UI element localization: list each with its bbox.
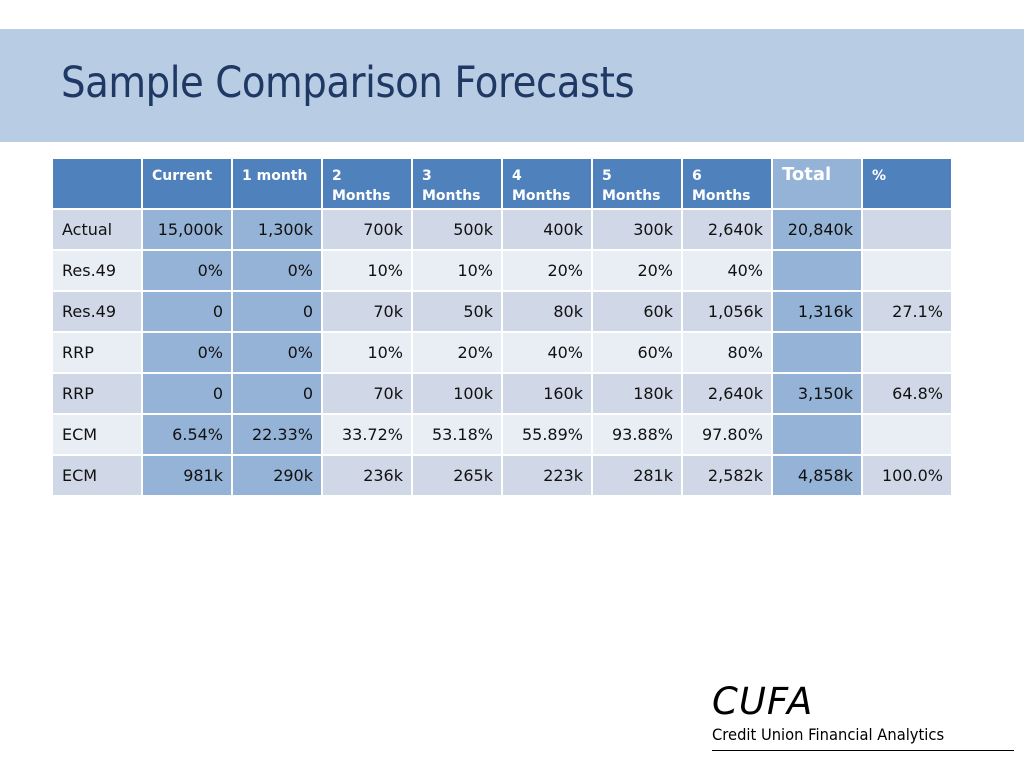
cell-1-month: 1,300k xyxy=(233,210,321,249)
logo-name: CUFA xyxy=(712,680,814,723)
cell-label: ECM xyxy=(53,456,141,495)
cell-5-months: 60k xyxy=(593,292,681,331)
cell-2-months: 10% xyxy=(323,333,411,372)
cell-3-months: 500k xyxy=(413,210,501,249)
cell-4-months: 223k xyxy=(503,456,591,495)
cell-4-months: 160k xyxy=(503,374,591,413)
cell-label: Res.49 xyxy=(53,251,141,290)
cell-4-months: 400k xyxy=(503,210,591,249)
header-cell-current: Current xyxy=(143,159,231,208)
cell-2-months: 10% xyxy=(323,251,411,290)
cell-total: 1,316k xyxy=(773,292,861,331)
cell-6-months: 2,640k xyxy=(683,374,771,413)
cell-1-month: 0% xyxy=(233,333,321,372)
cell-4-months: 80k xyxy=(503,292,591,331)
table-row: Res.49 0 0 70k 50k 80k 60k 1,056k 1,316k 27.1% xyxy=(53,292,951,331)
cell-4-months: 40% xyxy=(503,333,591,372)
cell-3-months: 53.18% xyxy=(413,415,501,454)
cell-1-month: 0% xyxy=(233,251,321,290)
cell-total: 20,840k xyxy=(773,210,861,249)
cell-3-months: 10% xyxy=(413,251,501,290)
cell-current: 0% xyxy=(143,333,231,372)
cell-current: 981k xyxy=(143,456,231,495)
cell-1-month: 0 xyxy=(233,292,321,331)
cell-5-months: 60% xyxy=(593,333,681,372)
cell-percent xyxy=(863,251,951,290)
cell-2-months: 70k xyxy=(323,292,411,331)
table-row: RRP 0% 0% 10% 20% 40% 60% 80% xyxy=(53,333,951,372)
cell-label: ECM xyxy=(53,415,141,454)
cell-total: 4,858k xyxy=(773,456,861,495)
cell-3-months: 50k xyxy=(413,292,501,331)
cell-1-month: 290k xyxy=(233,456,321,495)
cell-5-months: 281k xyxy=(593,456,681,495)
header-cell-6-months: 6 Months xyxy=(683,159,771,208)
header-cell-total: Total xyxy=(773,159,861,208)
header-cell-5-months: 5 Months xyxy=(593,159,681,208)
cufa-logo: CUFA Credit Union Financial Analytics xyxy=(712,680,964,745)
cell-total xyxy=(773,333,861,372)
cell-3-months: 265k xyxy=(413,456,501,495)
cell-6-months: 2,582k xyxy=(683,456,771,495)
cell-6-months: 80% xyxy=(683,333,771,372)
cell-5-months: 93.88% xyxy=(593,415,681,454)
cell-current: 6.54% xyxy=(143,415,231,454)
header-cell-percent: % xyxy=(863,159,951,208)
cell-5-months: 20% xyxy=(593,251,681,290)
cell-label: Res.49 xyxy=(53,292,141,331)
cell-label: RRP xyxy=(53,374,141,413)
cell-1-month: 0 xyxy=(233,374,321,413)
cell-6-months: 1,056k xyxy=(683,292,771,331)
cell-total: 3,150k xyxy=(773,374,861,413)
cell-current: 0 xyxy=(143,374,231,413)
cell-percent: 64.8% xyxy=(863,374,951,413)
header-cell-1-month: 1 month xyxy=(233,159,321,208)
header-cell-3-months: 3 Months xyxy=(413,159,501,208)
table-row: Res.49 0% 0% 10% 10% 20% 20% 40% xyxy=(53,251,951,290)
slide-title: Sample Comparison Forecasts xyxy=(61,58,635,108)
cell-2-months: 236k xyxy=(323,456,411,495)
cell-3-months: 100k xyxy=(413,374,501,413)
cell-3-months: 20% xyxy=(413,333,501,372)
cell-6-months: 97.80% xyxy=(683,415,771,454)
cell-6-months: 40% xyxy=(683,251,771,290)
cell-current: 0% xyxy=(143,251,231,290)
cell-percent: 27.1% xyxy=(863,292,951,331)
logo-underline xyxy=(712,750,1014,751)
cell-total xyxy=(773,251,861,290)
cell-2-months: 70k xyxy=(323,374,411,413)
cell-6-months: 2,640k xyxy=(683,210,771,249)
cell-total xyxy=(773,415,861,454)
cell-percent xyxy=(863,333,951,372)
cell-label: Actual xyxy=(53,210,141,249)
cell-percent xyxy=(863,415,951,454)
cell-percent: 100.0% xyxy=(863,456,951,495)
table-row: Actual 15,000k 1,300k 700k 500k 400k 300k 2,640… xyxy=(53,210,951,249)
table-row: RRP 0 0 70k 100k 160k 180k 2,640k 3,150k 64.8% xyxy=(53,374,951,413)
cell-2-months: 33.72% xyxy=(323,415,411,454)
cell-current: 15,000k xyxy=(143,210,231,249)
cell-label: RRP xyxy=(53,333,141,372)
header-cell-2-months: 2 Months xyxy=(323,159,411,208)
cell-current: 0 xyxy=(143,292,231,331)
header-cell-label xyxy=(53,159,141,208)
table-row: ECM 6.54% 22.33% 33.72% 53.18% 55.89% 93.88% 97… xyxy=(53,415,951,454)
cell-1-month: 22.33% xyxy=(233,415,321,454)
cell-5-months: 300k xyxy=(593,210,681,249)
header-cell-4-months: 4 Months xyxy=(503,159,591,208)
cell-percent xyxy=(863,210,951,249)
cell-4-months: 20% xyxy=(503,251,591,290)
cell-5-months: 180k xyxy=(593,374,681,413)
table-header-row: Current 1 month 2 Months 3 Months 4 Months … xyxy=(53,159,951,208)
logo-tagline: Credit Union Financial Analytics xyxy=(712,725,945,744)
forecast-table: Current 1 month 2 Months 3 Months 4 Months … xyxy=(51,157,953,497)
cell-4-months: 55.89% xyxy=(503,415,591,454)
table-row: ECM 981k 290k 236k 265k 223k 281k 2,582k 4,858k 1… xyxy=(53,456,951,495)
cell-2-months: 700k xyxy=(323,210,411,249)
